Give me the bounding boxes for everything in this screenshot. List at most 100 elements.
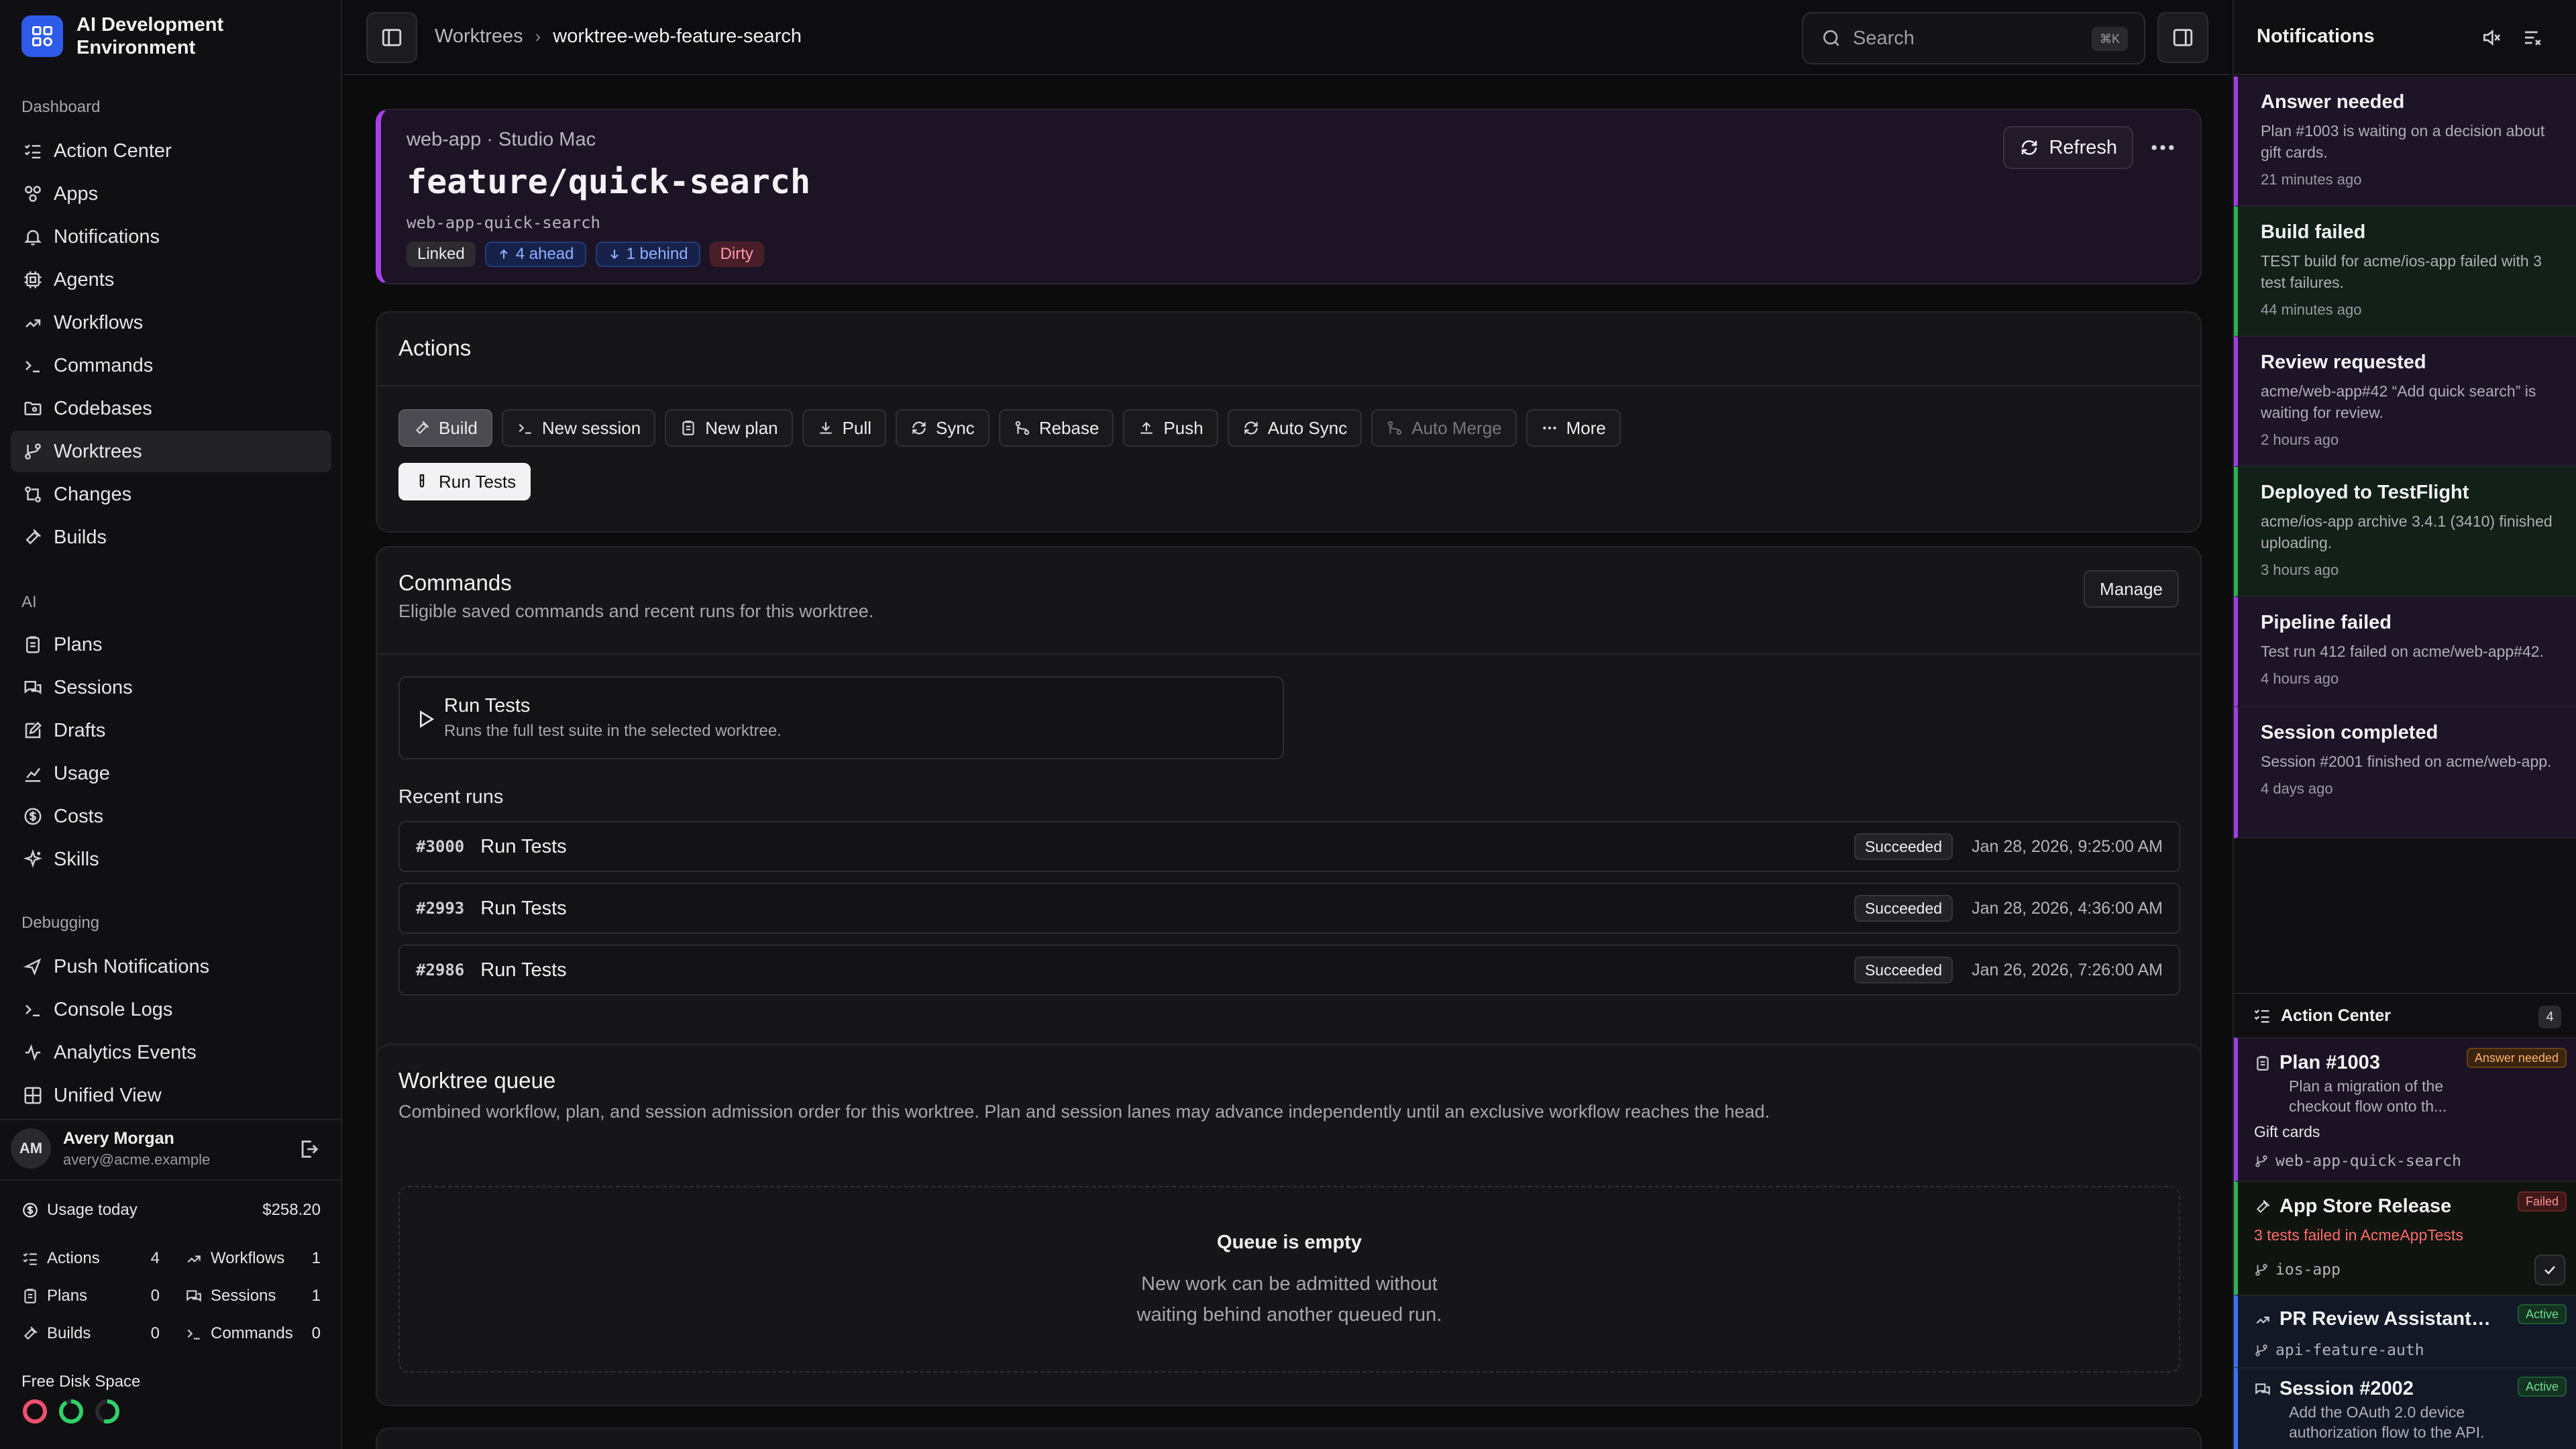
sidebar-item-codebases[interactable]: Codebases (11, 388, 331, 429)
sidebar-item-push-notifications[interactable]: Push Notifications (11, 946, 331, 987)
dots-icon (1542, 426, 1556, 430)
dirty-badge: Dirty (709, 241, 764, 267)
logout-icon[interactable] (298, 1138, 321, 1161)
sidebar-item-console-logs[interactable]: Console Logs (11, 989, 331, 1030)
breadcrumb-worktrees[interactable]: Worktrees (435, 25, 523, 48)
topbar: Worktrees › worktree-web-feature-search … (343, 0, 2231, 75)
queue-empty-state: Queue is empty New work can be admitted … (398, 1186, 2180, 1373)
commands-title: Commands (398, 570, 512, 595)
refresh-button[interactable]: Refresh (2003, 126, 2133, 169)
run-id: #2986 (416, 961, 465, 979)
notification-body: Plan #1003 is waiting on a decision abou… (2261, 122, 2545, 161)
action-center-item[interactable]: PR Review Assistant #4... Active api-fea… (2234, 1295, 2576, 1367)
toggle-sidebar-button[interactable] (366, 12, 417, 63)
button-label: Build (439, 417, 478, 438)
sidebar-item-changes[interactable]: Changes (11, 474, 331, 515)
notification-title: Answer needed (2261, 91, 2405, 113)
sidebar-item-agents[interactable]: Agents (11, 259, 331, 301)
user-profile[interactable]: AM Avery Morgan avery@acme.example (11, 1124, 331, 1173)
more-options-icon[interactable] (2148, 133, 2178, 162)
disk-ring-icon (59, 1399, 83, 1424)
stat-sessions: Sessions 1 (185, 1287, 321, 1305)
hammer-icon (415, 421, 429, 435)
sidebar-item-label: Push Notifications (54, 955, 210, 977)
sidebar-item-apps[interactable]: Apps (11, 173, 331, 215)
sidebar-item-usage[interactable]: Usage (11, 753, 331, 794)
new-plan-button[interactable]: New plan (665, 409, 793, 447)
rebase-button[interactable]: Rebase (998, 409, 1114, 447)
notification-item[interactable]: Pipeline failed Test run 412 failed on a… (2234, 597, 2576, 707)
run-tests-button[interactable]: Run Tests (398, 463, 531, 500)
notification-item[interactable]: Answer needed Plan #1003 is waiting on a… (2234, 76, 2576, 207)
chat-icon (186, 1290, 201, 1302)
main-content: web-app · Studio Mac feature/quick-searc… (343, 76, 2231, 1449)
sidebar-item-unified-view[interactable]: Unified View (11, 1075, 331, 1116)
new-session-button[interactable]: New session (501, 409, 656, 447)
command-name: Run Tests (444, 695, 531, 716)
play-icon (420, 710, 435, 729)
sync-button[interactable]: Sync (896, 409, 989, 447)
mute-icon[interactable] (2481, 27, 2502, 48)
acknowledge-button[interactable] (2534, 1254, 2565, 1285)
check-icon (2544, 1266, 2555, 1275)
sidebar-item-costs[interactable]: Costs (11, 796, 331, 837)
actions-toolbar-2: Run Tests (398, 463, 531, 500)
refresh-icon (1244, 421, 1258, 435)
run-row[interactable]: #2986 Run Tests Succeeded Jan 26, 2026, … (398, 945, 2180, 996)
item-title: App Store Release (2279, 1195, 2452, 1217)
action-center-item[interactable]: Session #2002 Active Add the OAuth 2.0 d… (2234, 1367, 2576, 1449)
sidebar-item-skills[interactable]: Skills (11, 839, 331, 880)
sidebar-item-action-center[interactable]: Action Center (11, 130, 331, 172)
stat-plans: Plans 0 (21, 1287, 160, 1305)
button-label: New plan (705, 417, 778, 438)
pull-button[interactable]: Pull (802, 409, 886, 447)
run-row[interactable]: #3000 Run Tests Succeeded Jan 28, 2026, … (398, 821, 2180, 872)
auto-merge-button[interactable]: Auto Merge (1371, 409, 1517, 447)
auto-sync-button[interactable]: Auto Sync (1227, 409, 1362, 447)
sidebar-item-label: Usage (54, 762, 110, 784)
sidebar-item-commands[interactable]: Commands (11, 345, 331, 386)
sidebar-item-notifications[interactable]: Notifications (11, 216, 331, 258)
build-button[interactable]: Build (398, 409, 492, 447)
hammer-icon (25, 529, 42, 545)
stat-commands: Commands 0 (185, 1324, 321, 1343)
search-input[interactable]: Search ⌘K (1802, 12, 2145, 64)
sidebar-item-plans[interactable]: Plans (11, 624, 331, 665)
action-center-item[interactable]: Plan #1003 Answer needed Plan a migratio… (2234, 1037, 2576, 1181)
usage-today[interactable]: Usage today $258.20 (21, 1201, 321, 1220)
notification-item[interactable]: Session completed Session #2001 finished… (2234, 707, 2576, 839)
arrow-down-icon (610, 250, 619, 260)
toggle-panel-button[interactable] (2157, 12, 2208, 63)
status-badge: Succeeded (1854, 895, 1953, 922)
sidebar-item-drafts[interactable]: Drafts (11, 710, 331, 751)
action-center-item[interactable]: App Store Release Failed 3 tests failed … (2234, 1181, 2576, 1295)
sidebar-item-label: Analytics Events (54, 1041, 197, 1063)
refresh-icon (2022, 140, 2037, 155)
manage-button[interactable]: Manage (2084, 570, 2179, 608)
bell-icon (23, 230, 42, 246)
action-center-header[interactable]: Action Center 4 (2234, 993, 2576, 1037)
cpu-icon (24, 271, 42, 288)
sidebar-item-sessions[interactable]: Sessions (11, 667, 331, 708)
clipboard-icon (2257, 1055, 2269, 1071)
dollar-icon (24, 808, 42, 825)
sidebar-item-analytics-events[interactable]: Analytics Events (11, 1032, 331, 1073)
user-email: avery@acme.example (63, 1150, 211, 1168)
sidebar-item-workflows[interactable]: Workflows (11, 302, 331, 343)
sidebar-item-builds[interactable]: Builds (11, 517, 331, 558)
empty-title: Queue is empty (1217, 1232, 1362, 1253)
terminal-icon (519, 423, 531, 434)
more-button[interactable]: More (1525, 409, 1621, 447)
notification-item[interactable]: Build failed TEST build for acme/ios-app… (2234, 207, 2576, 337)
sidebar-item-label: Plans (54, 633, 103, 655)
brand[interactable]: AI Development Environment (21, 13, 251, 59)
breadcrumb: Worktrees › worktree-web-feature-search (435, 25, 802, 48)
notification-item[interactable]: Review requested acme/web-app#42 “Add qu… (2234, 337, 2576, 467)
sidebar-item-worktrees[interactable]: Worktrees (11, 431, 331, 472)
run-row[interactable]: #2993 Run Tests Succeeded Jan 28, 2026, … (398, 883, 2180, 934)
grid-icon (24, 1087, 42, 1104)
clear-all-icon[interactable] (2522, 27, 2544, 48)
push-button[interactable]: Push (1123, 409, 1218, 447)
saved-command-run-tests[interactable]: Run Tests Runs the full test suite in th… (398, 676, 1284, 759)
notification-item[interactable]: Deployed to TestFlight acme/ios-app arch… (2234, 467, 2576, 597)
